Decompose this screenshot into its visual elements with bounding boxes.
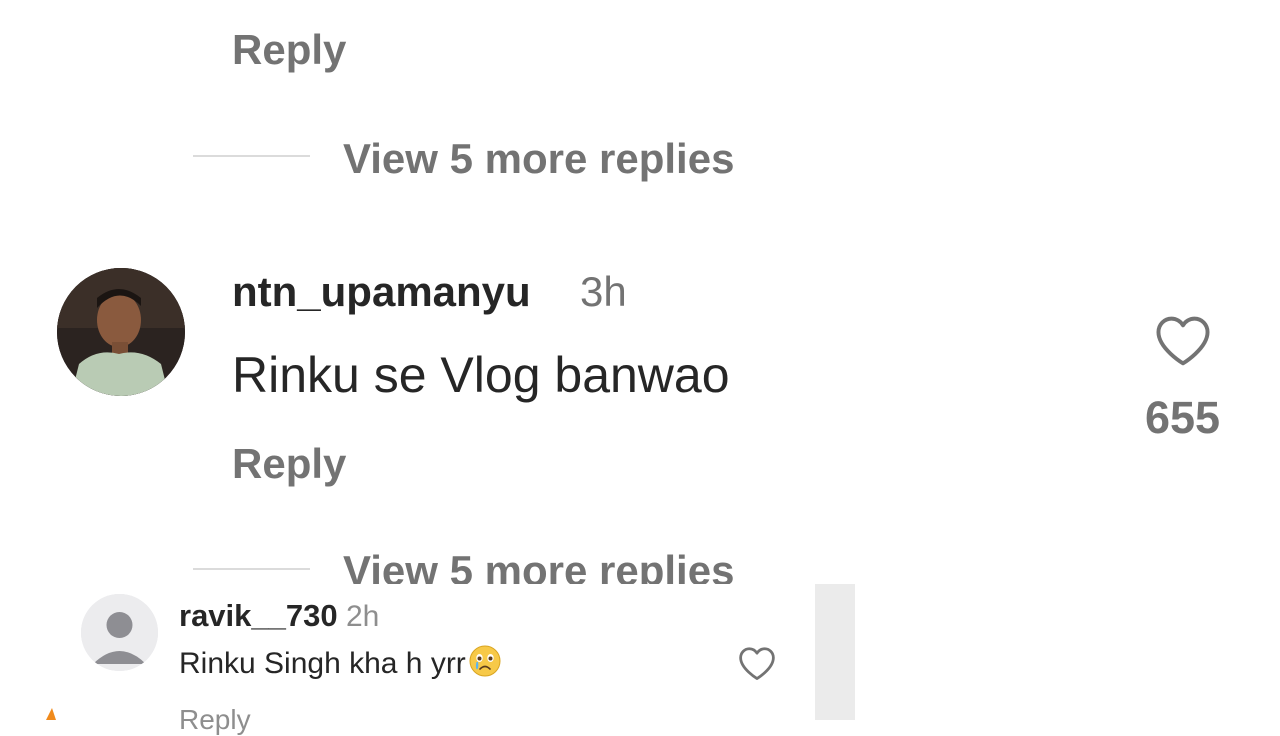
view-more-replies-button[interactable]: View 5 more replies [343,135,734,183]
crying-face-icon [468,644,502,686]
avatar[interactable] [57,268,185,396]
default-avatar-icon [81,594,158,671]
reply-button[interactable]: Reply [179,704,251,736]
heart-outline-icon[interactable] [737,645,777,681]
heart-outline-icon[interactable] [1153,313,1213,367]
decorative-mark [44,700,56,720]
comment-text: Rinku se Vlog banwao [232,347,730,403]
replies-divider [193,155,310,157]
avatar-photo [57,268,185,396]
like-count: 655 [1144,392,1221,443]
avatar[interactable] [81,594,158,671]
comment-username[interactable]: ntn_upamanyu [232,268,531,316]
comment-text: Rinku Singh kha h yrr [179,646,466,680]
comment-text-row: Rinku Singh kha h yrr [179,644,502,686]
reply-link-previous[interactable]: Reply [232,26,346,74]
comment-timestamp: 3h [580,268,627,315]
comment-username[interactable]: ravik__730 [179,598,338,634]
scrollbar[interactable] [815,584,855,720]
comment-timestamp: 2h [346,600,380,633]
reply-button[interactable]: Reply [232,440,346,488]
replies-divider [193,568,310,570]
